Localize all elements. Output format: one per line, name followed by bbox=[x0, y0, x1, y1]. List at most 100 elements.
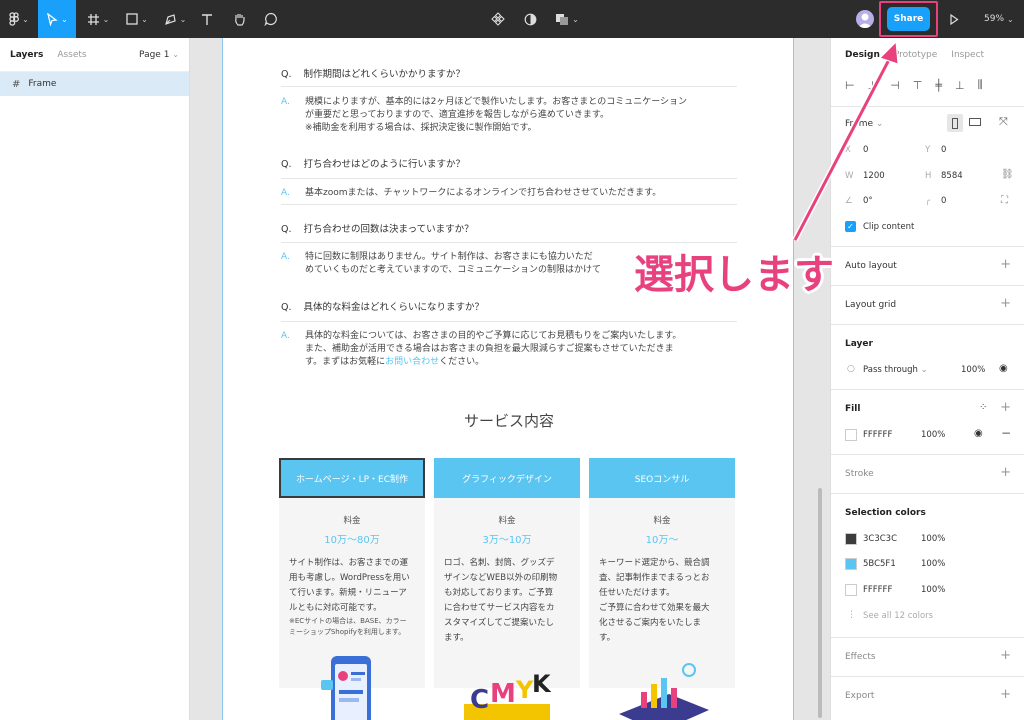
frame-section: Frame ⌄ ⤧ X 0 Y 0 W 1200 H 8584 ⛓ ∠ 0° ╭… bbox=[831, 106, 1024, 246]
page-selector[interactable]: Page 1 ⌄ bbox=[139, 50, 179, 60]
align-center-v-icon[interactable]: ╪ bbox=[935, 79, 942, 92]
layer-section: Layer ○ Pass through ⌄ 100% ◉ bbox=[831, 324, 1024, 389]
a-mark: A. bbox=[281, 188, 290, 198]
share-highlight-box bbox=[879, 1, 938, 37]
rotation-input[interactable]: 0° bbox=[863, 196, 873, 206]
zoom-menu[interactable]: 59% ⌄ bbox=[984, 0, 1014, 38]
move-tool-button[interactable]: ⌄ bbox=[38, 0, 76, 38]
layers-panel: Layers Assets Page 1 ⌄ # Frame bbox=[0, 38, 190, 720]
add-fill-icon[interactable]: + bbox=[1000, 400, 1011, 415]
text-tool-button[interactable] bbox=[196, 0, 218, 38]
landscape-icon[interactable] bbox=[969, 118, 981, 126]
add-export-icon[interactable]: + bbox=[1000, 687, 1011, 702]
see-all-colors-link[interactable]: See all 12 colors bbox=[863, 611, 933, 621]
blend-mode-select[interactable]: Pass through ⌄ bbox=[863, 365, 928, 375]
chevron-down-icon: ⌄ bbox=[920, 365, 928, 375]
independent-corners-icon[interactable]: ⛶ bbox=[1001, 195, 1008, 206]
contact-link[interactable]: お問い合わせ bbox=[385, 357, 439, 367]
rectangle-icon bbox=[126, 13, 138, 25]
component-icon bbox=[491, 12, 505, 26]
remove-fill-icon[interactable]: − bbox=[1001, 426, 1011, 440]
comment-tool-button[interactable] bbox=[260, 0, 282, 38]
clip-content-checkbox[interactable]: ✓ bbox=[845, 221, 856, 232]
tab-layers[interactable]: Layers bbox=[10, 50, 43, 60]
portrait-icon[interactable] bbox=[947, 114, 963, 132]
frame-label: Frame bbox=[845, 119, 874, 129]
service-card[interactable]: グラフィックデザイン 料金 3万〜10万 ロゴ、名刺、封筒、グッズデ ザインなど… bbox=[434, 458, 580, 720]
chevron-down-icon: ⌄ bbox=[61, 14, 68, 24]
faq-question: Q. 具体的な料金はどれくらいになりますか？ bbox=[281, 299, 484, 313]
align-top-icon[interactable]: ⊤ bbox=[913, 79, 923, 92]
present-button[interactable] bbox=[944, 0, 964, 38]
a-mark: A. bbox=[281, 252, 290, 262]
frame[interactable]: Q. 制作期間はどれくらいかかりますか？ A. 規模によりますが、基本的には2ヶ月ほ… bbox=[222, 38, 794, 720]
svg-text:K: K bbox=[532, 670, 552, 698]
main-menu-button[interactable]: ⌄ bbox=[4, 0, 34, 38]
contrast-button[interactable] bbox=[520, 0, 540, 38]
hand-tool-button[interactable] bbox=[228, 0, 250, 38]
components-button[interactable] bbox=[488, 0, 508, 38]
chevron-down-icon: ⌄ bbox=[102, 14, 110, 24]
auto-layout-section: Auto layout + bbox=[831, 246, 1024, 285]
chevron-down-icon: ⌄ bbox=[179, 14, 187, 24]
question-text: 具体的な料金はどれくらいになりますか？ bbox=[303, 302, 485, 313]
fill-title: Fill bbox=[845, 404, 861, 414]
color-hex[interactable]: 5BC5F1 bbox=[863, 559, 896, 569]
style-grid-icon[interactable]: ⁘ bbox=[979, 402, 987, 413]
align-left-icon[interactable]: ⊢ bbox=[845, 79, 855, 92]
w-input[interactable]: 1200 bbox=[863, 171, 885, 181]
frame-type-selector[interactable]: Frame ⌄ bbox=[845, 119, 883, 129]
fill-hex-input[interactable]: FFFFFF bbox=[863, 430, 892, 440]
add-stroke-icon[interactable]: + bbox=[1000, 465, 1011, 480]
resize-to-fit-icon[interactable]: ⤧ bbox=[999, 115, 1008, 129]
add-layout-grid-icon[interactable]: + bbox=[1000, 296, 1011, 311]
tab-design[interactable]: Design bbox=[845, 50, 880, 60]
answer-body: 具体的な料金については、お客さまの目的やご予算に応じてお見積もりをご案内いたしま… bbox=[305, 331, 682, 367]
stroke-section: Stroke + bbox=[831, 454, 1024, 493]
color-hex[interactable]: 3C3C3C bbox=[863, 534, 897, 544]
color-swatch[interactable] bbox=[845, 584, 857, 596]
canvas-scrollbar[interactable] bbox=[818, 488, 822, 718]
h-input[interactable]: 8584 bbox=[941, 171, 963, 181]
service-card[interactable]: SEOコンサル 料金 10万〜 キーワード選定から、競合調 査、記事制作までまる… bbox=[589, 458, 735, 720]
faq-answer: A. 具体的な料金については、お客さまの目的やご予算に応じてお見積もりをご案内いた… bbox=[281, 330, 741, 369]
distribute-icon[interactable]: ⫼ bbox=[978, 78, 983, 92]
tab-inspect[interactable]: Inspect bbox=[951, 50, 984, 60]
align-right-icon[interactable]: ⊣ bbox=[890, 79, 900, 92]
align-bottom-icon[interactable]: ⊥ bbox=[955, 79, 965, 92]
eye-icon[interactable]: ◉ bbox=[974, 428, 983, 439]
color-swatch[interactable] bbox=[845, 558, 857, 570]
fill-opacity-input[interactable]: 100% bbox=[921, 430, 945, 440]
fill-swatch[interactable] bbox=[845, 429, 857, 441]
q-mark: Q. bbox=[281, 224, 292, 235]
canvas[interactable]: Q. 制作期間はどれくらいかかりますか？ A. 規模によりますが、基本的には2ヶ月ほ… bbox=[190, 38, 830, 720]
color-opacity: 100% bbox=[921, 534, 946, 544]
frame-hash-icon bbox=[87, 13, 99, 25]
pen-tool-button[interactable]: ⌄ bbox=[158, 0, 192, 38]
add-effect-icon[interactable]: + bbox=[1000, 648, 1011, 663]
radius-input[interactable]: 0 bbox=[941, 196, 946, 206]
frame-tool-button[interactable]: ⌄ bbox=[80, 0, 116, 38]
shape-tool-button[interactable]: ⌄ bbox=[120, 0, 154, 38]
tab-assets[interactable]: Assets bbox=[57, 50, 86, 60]
tab-prototype[interactable]: Prototype bbox=[894, 50, 937, 60]
layer-opacity-input[interactable]: 100% bbox=[961, 365, 985, 375]
export-title: Export bbox=[845, 691, 875, 701]
avatar[interactable] bbox=[856, 10, 874, 28]
align-center-h-icon[interactable]: ⊥ bbox=[868, 79, 878, 92]
layer-item-frame[interactable]: # Frame bbox=[0, 72, 189, 96]
effects-title: Effects bbox=[845, 652, 876, 662]
boolean-ops-button[interactable]: ⌄ bbox=[552, 0, 582, 38]
service-card[interactable]: ホームページ・LP・EC制作 料金 10万〜80万 サイト制作は、お客さまでの運… bbox=[279, 458, 425, 720]
color-swatch[interactable] bbox=[845, 533, 857, 545]
layout-grid-title: Layout grid bbox=[845, 300, 897, 310]
color-hex[interactable]: FFFFFF bbox=[863, 585, 892, 595]
add-auto-layout-icon[interactable]: + bbox=[1000, 257, 1011, 272]
selection-colors-title: Selection colors bbox=[845, 508, 926, 518]
y-input[interactable]: 0 bbox=[941, 145, 946, 155]
constrain-proportions-icon[interactable]: ⛓ bbox=[1001, 169, 1014, 180]
a-mark: A. bbox=[281, 331, 290, 341]
eye-icon[interactable]: ◉ bbox=[999, 363, 1008, 374]
x-input[interactable]: 0 bbox=[863, 145, 868, 155]
price: 10万〜80万 bbox=[324, 535, 380, 546]
